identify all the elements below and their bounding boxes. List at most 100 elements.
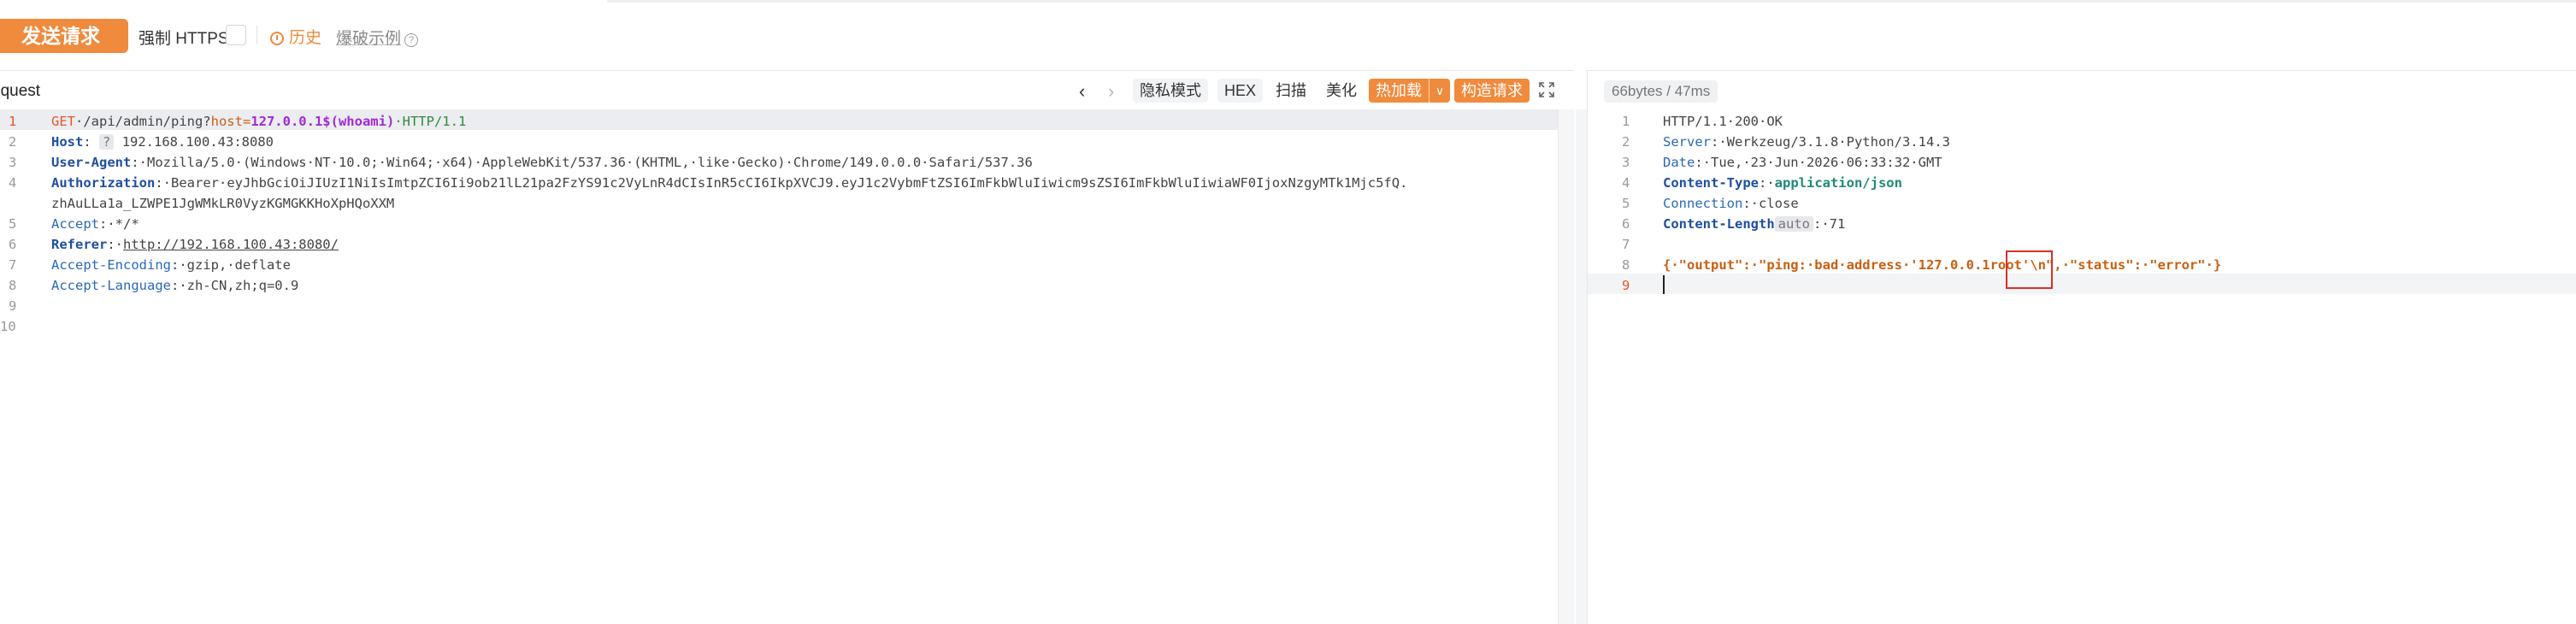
header-key: Date	[1663, 155, 1695, 170]
host-help-badge[interactable]: ?	[99, 134, 115, 150]
toolbar-divider	[256, 26, 257, 44]
line-number: 9	[1622, 278, 1630, 293]
line-number: 4	[9, 175, 17, 191]
force-https-label: 强制 HTTPS	[139, 30, 229, 48]
build-request-button[interactable]: 构造请求	[1454, 79, 1530, 103]
line-number: 9	[9, 298, 17, 314]
header-key: Accept-Encoding	[51, 257, 171, 273]
force-https-checkbox[interactable]	[226, 25, 246, 45]
header-line-host: Host: ? 192.168.100.43:8080	[51, 134, 274, 150]
header-line-authorization: Authorization:·Bearer·eyJhbGciOiJIUzI1Ni…	[51, 173, 1407, 193]
header-line-content-type: Content-Type:·application/json	[1663, 173, 1902, 193]
line-number: 5	[9, 216, 17, 232]
line-number: 7	[1622, 237, 1630, 252]
line-number: 8	[1622, 257, 1630, 273]
line-number: 7	[9, 257, 17, 273]
header-value: :·gzip,·deflate	[170, 257, 291, 273]
header-key: Referer	[51, 237, 108, 252]
header-value: :·Bearer·eyJhbGciOiJIUzI1NiIsImtpZCI6Ii9…	[155, 175, 1408, 191]
top-toolbar: 发送请求 Alt+↲ 强制 HTTPS 历史 爆破示例?	[0, 10, 2576, 81]
header-sep: :·	[107, 237, 123, 252]
line-number: 2	[1622, 134, 1630, 150]
json-body: {·"output":·"ping:·bad·address·'127.0.0.…	[1663, 257, 2222, 273]
clock-icon	[270, 32, 284, 45]
header-value: 192.168.100.43:8080	[121, 134, 274, 150]
header-key: Content-Length	[1663, 216, 1775, 232]
request-line: GET·/api/admin/ping?host=127.0.0.1$(whoa…	[51, 111, 466, 132]
header-line-user-agent: User-Agent:·Mozilla/5.0·(Windows·NT·10.0…	[51, 152, 1033, 173]
header-value: :·Tue,·23·Jun·2026·06:33:32·GMT	[1695, 155, 1942, 170]
line-number: 5	[1622, 196, 1630, 211]
brute-force-example-link[interactable]: 爆破示例?	[336, 26, 419, 49]
header-line-date: Date:·Tue,·23·Jun·2026·06:33:32·GMT	[1663, 152, 1942, 173]
line-number: 4	[1622, 175, 1630, 191]
privacy-mode-button[interactable]: 隐私模式	[1133, 79, 1208, 103]
header-value: :·close	[1742, 196, 1799, 211]
hex-button[interactable]: HEX	[1217, 79, 1264, 103]
header-key: User-Agent	[51, 155, 132, 170]
header-value: application/json	[1774, 175, 1902, 191]
header-line-accept-language: Accept-Language:·zh-CN,zh;q=0.9	[51, 275, 298, 296]
header-key: Host	[51, 134, 84, 150]
header-line-referer: Referer:·http://192.168.100.43:8080/	[51, 234, 339, 255]
header-line-accept: Accept:·*/*	[51, 214, 139, 234]
line-number: 3	[9, 155, 17, 170]
header-value: :·Mozilla/5.0·(Windows·NT·10.0;·Win64;·x…	[131, 155, 1033, 170]
request-panel-title: equest	[0, 82, 41, 100]
hot-load-button[interactable]: 热加载	[1369, 79, 1429, 103]
help-icon: ?	[404, 33, 419, 47]
annotation-highlight-box	[2006, 250, 2053, 289]
query-value: 127.0.0.1$(whoami)	[251, 114, 395, 129]
status-text: HTTP/1.1·200·OK	[1663, 114, 1783, 129]
header-value-continued: zhAuLLa1a_LZWPE1JgWMkLR0VyzKGMGKKHoXpHQo…	[51, 196, 395, 211]
line-number: 6	[1622, 216, 1630, 232]
header-value: :·71	[1813, 216, 1846, 232]
line-number: 6	[9, 237, 17, 252]
header-value: :·*/*	[99, 216, 139, 232]
header-line-server: Server:·Werkzeug/3.1.8·Python/3.14.3	[1663, 132, 1950, 152]
header-line-content-length: Content-Length auto:·71	[1663, 214, 1845, 234]
header-key: Authorization	[51, 175, 156, 191]
header-line-accept-encoding: Accept-Encoding:·gzip,·deflate	[51, 255, 291, 275]
header-key: Content-Type	[1663, 175, 1759, 191]
header-value: :·zh-CN,zh;q=0.9	[170, 278, 299, 293]
expand-icon[interactable]	[1539, 82, 1554, 97]
http-method: GET	[51, 114, 75, 129]
scan-button[interactable]: 扫描	[1276, 79, 1306, 103]
example-label: 爆破示例	[336, 30, 402, 48]
header-key: Accept-Language	[51, 278, 171, 293]
auto-badge[interactable]: auto	[1774, 216, 1813, 232]
request-path: ·/api/admin/ping?	[75, 114, 211, 129]
http-protocol: ·HTTP/1.1	[394, 114, 467, 129]
text-cursor	[1663, 275, 1665, 294]
line-number: 1	[1622, 114, 1630, 129]
header-key: Connection	[1663, 196, 1743, 211]
panel-splitter[interactable]	[1576, 109, 1587, 624]
query-key: host	[210, 114, 243, 129]
header-value: :·Werkzeug/3.1.8·Python/3.14.3	[1711, 134, 1950, 150]
history-button[interactable]: 历史	[270, 25, 321, 48]
beautify-button[interactable]: 美化	[1326, 79, 1357, 103]
history-label: 历史	[289, 29, 322, 47]
line-number: 8	[9, 278, 17, 293]
response-meta-badge: 66bytes / 47ms	[1604, 80, 1718, 103]
line-number: 10	[0, 319, 16, 334]
referer-link[interactable]: http://192.168.100.43:8080/	[123, 237, 339, 252]
query-eq: =	[242, 114, 251, 129]
next-arrow-icon[interactable]: ›	[1108, 80, 1114, 103]
request-scrollbar[interactable]	[1558, 109, 1575, 624]
json-body-line: {·"output":·"ping:·bad·address·'127.0.0.…	[1663, 255, 2221, 275]
hot-load-dropdown[interactable]: ∨	[1429, 79, 1450, 103]
status-line: HTTP/1.1·200·OK	[1663, 111, 1783, 132]
line-number: 2	[9, 134, 17, 150]
header-line-connection: Connection:·close	[1663, 193, 1799, 214]
line-number: 3	[1622, 155, 1630, 170]
toolbar-separator	[0, 70, 2576, 71]
header-key: Accept	[51, 216, 99, 232]
send-request-button[interactable]: 发送请求 Alt+↲	[0, 19, 128, 81]
line-number: 1	[9, 114, 17, 129]
top-border	[607, 0, 2576, 3]
header-sep: :·	[1758, 175, 1775, 191]
header-key: Server	[1663, 134, 1711, 150]
prev-arrow-icon[interactable]: ‹	[1079, 80, 1085, 103]
